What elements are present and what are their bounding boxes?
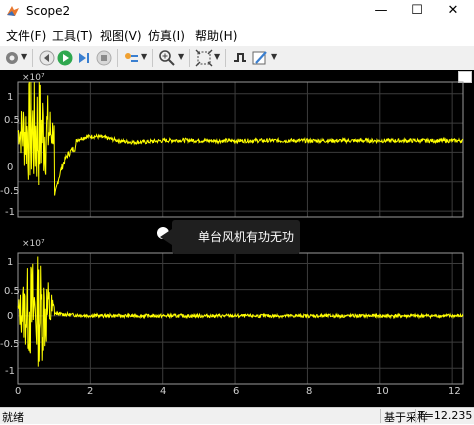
signal-dropdown-icon[interactable]: ▼ bbox=[141, 52, 147, 61]
maximize-button[interactable]: ☐ bbox=[402, 0, 432, 22]
status-bar: 就绪 基于采样 T=12.235 bbox=[0, 407, 474, 424]
settings-gear-icon[interactable] bbox=[3, 49, 21, 67]
x-tick: 8 bbox=[306, 386, 313, 397]
title-bar: Scope2 — ☐ ✕ bbox=[0, 0, 474, 22]
bottom-y-tick: 0 bbox=[7, 311, 14, 322]
bottom-plot-exponent: ×10⁷ bbox=[22, 239, 45, 249]
x-tick: 10 bbox=[376, 386, 389, 397]
bottom-signal-line bbox=[17, 256, 464, 367]
highlight-signal-icon[interactable] bbox=[122, 49, 140, 67]
top-signal-line bbox=[17, 81, 464, 196]
signal-tooltip: 单台风机有功无功 bbox=[160, 220, 300, 254]
status-time: T=12.235 bbox=[418, 409, 473, 422]
autoscale-dropdown-icon[interactable]: ▼ bbox=[214, 52, 220, 61]
x-tick: 12 bbox=[448, 386, 461, 397]
bottom-y-tick: 1 bbox=[7, 257, 14, 268]
top-y-tick: -1 bbox=[5, 207, 15, 218]
style-dropdown-icon[interactable]: ▼ bbox=[271, 52, 277, 61]
top-axes-frame bbox=[17, 81, 464, 218]
x-tick: 4 bbox=[160, 386, 167, 397]
step-back-icon[interactable] bbox=[38, 49, 56, 67]
x-tick: 2 bbox=[87, 386, 94, 397]
status-separator bbox=[380, 409, 381, 423]
close-button[interactable]: ✕ bbox=[438, 0, 468, 22]
step-forward-icon[interactable] bbox=[75, 49, 93, 67]
bottom-y-tick: 0.5 bbox=[4, 286, 20, 297]
zoom-dropdown-icon[interactable]: ▼ bbox=[178, 52, 184, 61]
menu-view[interactable]: 视图(V) bbox=[100, 27, 142, 44]
menu-help[interactable]: 帮助(H) bbox=[195, 27, 237, 44]
autoscale-icon[interactable] bbox=[195, 49, 213, 67]
settings-dropdown-icon[interactable]: ▼ bbox=[21, 52, 27, 61]
run-icon[interactable] bbox=[56, 49, 74, 67]
zoom-in-icon[interactable] bbox=[158, 49, 176, 67]
style-edit-icon[interactable] bbox=[251, 49, 269, 67]
toolbar-separator bbox=[189, 49, 190, 67]
x-tick: 6 bbox=[233, 386, 240, 397]
menu-bar: 文件(F) 工具(T) 视图(V) 仿真(I) 帮助(H) bbox=[0, 24, 474, 44]
menu-file[interactable]: 文件(F) bbox=[6, 27, 46, 44]
menu-tools[interactable]: 工具(T) bbox=[52, 27, 93, 44]
top-plot-exponent: ×10⁷ bbox=[22, 73, 45, 83]
toolbar-separator bbox=[117, 49, 118, 67]
toolbar: ▼ ▼ ▼ ▼ ▼ bbox=[0, 46, 474, 71]
triggers-icon[interactable] bbox=[231, 49, 249, 67]
stop-icon[interactable] bbox=[95, 49, 113, 67]
minimize-button[interactable]: — bbox=[366, 0, 396, 22]
matlab-icon bbox=[7, 6, 19, 16]
top-y-tick: 1 bbox=[7, 92, 14, 103]
toolbar-separator bbox=[32, 49, 33, 67]
toolbar-separator bbox=[225, 49, 226, 67]
top-y-tick: 0.5 bbox=[4, 115, 20, 126]
menu-simulation[interactable]: 仿真(I) bbox=[148, 27, 185, 44]
status-separator bbox=[415, 409, 416, 423]
top-y-tick: 0 bbox=[7, 162, 14, 173]
x-tick: 0 bbox=[15, 386, 22, 397]
bottom-y-tick: -0.5 bbox=[0, 339, 20, 350]
bottom-y-tick: -1 bbox=[5, 366, 15, 377]
toolbar-separator bbox=[152, 49, 153, 67]
top-y-tick: -0.5 bbox=[0, 186, 20, 197]
bottom-axes-frame bbox=[17, 252, 464, 385]
window-title: Scope2 bbox=[26, 4, 71, 18]
